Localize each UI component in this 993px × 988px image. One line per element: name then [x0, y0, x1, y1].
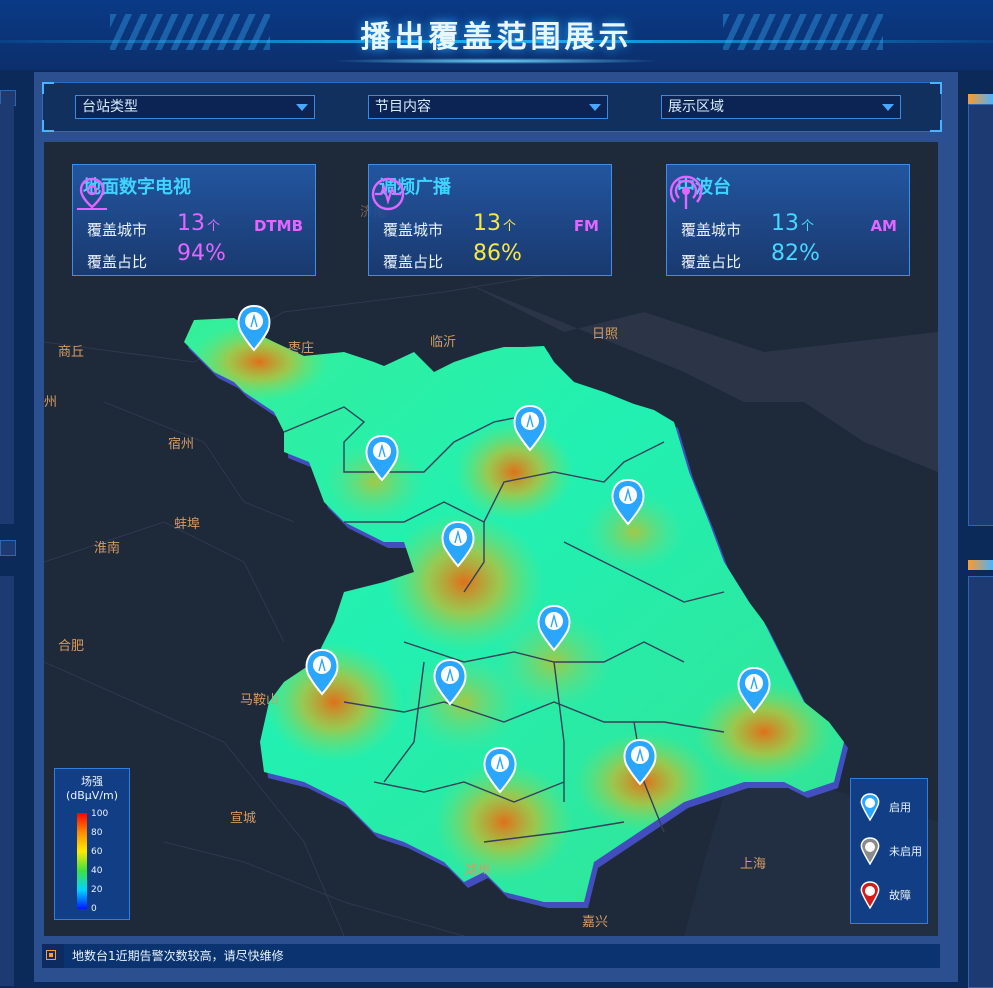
- stat-card-cities-value: 13 个: [177, 211, 220, 236]
- broadcast-icon: [669, 175, 703, 209]
- program-content-select[interactable]: 节目内容: [368, 95, 608, 119]
- location-pin-icon: [77, 177, 107, 210]
- stat-card-cities-label: 覆盖城市: [383, 221, 444, 239]
- corner-decoration: [42, 120, 54, 132]
- legend-tick: 40: [91, 866, 103, 876]
- stat-card-code: AM: [870, 217, 897, 235]
- stat-card-ratio-label: 覆盖占比: [87, 253, 148, 271]
- cities-number: 13: [177, 211, 205, 236]
- status-label: 故障: [889, 889, 911, 902]
- cities-unit: 个: [503, 219, 517, 234]
- city-label: 宣城: [230, 810, 256, 826]
- corner-decoration: [930, 82, 942, 94]
- city-label: 临沂: [430, 335, 456, 350]
- city-label: 湖州: [464, 863, 490, 878]
- city-label: 州: [44, 395, 57, 410]
- filter-bar: 台站类型 节目内容 展示区域: [42, 82, 942, 132]
- alert-bar[interactable]: 地数台1近期告警次数较高，请尽快维修: [42, 944, 940, 968]
- cities-number: 13: [473, 211, 501, 236]
- stat-card-cities-value: 13 个: [771, 211, 814, 236]
- city-label: 宿州: [168, 436, 194, 452]
- status-enabled[interactable]: 启用: [859, 793, 929, 821]
- station-type-select[interactable]: 台站类型: [75, 95, 315, 119]
- pin-enabled-icon: [860, 793, 880, 821]
- stat-card-cities-value: 13 个: [473, 211, 516, 236]
- left-panel-bottom: [0, 576, 14, 986]
- status-label: 启用: [889, 801, 911, 814]
- stat-card-ratio-label: 覆盖占比: [681, 253, 742, 271]
- city-label: 合肥: [58, 639, 84, 654]
- stat-card-ratio-label: 覆盖占比: [383, 253, 444, 271]
- status-disabled[interactable]: 未启用: [859, 837, 929, 865]
- city-label: 商丘: [58, 345, 84, 360]
- city-label: 淮南: [94, 540, 120, 556]
- city-label: 马鞍山: [240, 692, 279, 708]
- program-content-select-label: 节目内容: [375, 99, 431, 115]
- corner-decoration: [42, 82, 54, 94]
- stat-card-code: FM: [573, 217, 599, 235]
- coverage-map[interactable]: 商丘 枣庄 临沂 日照 宿州 蚌埠 淮南 合肥 马鞍山 宣城 湖州 嘉兴 上海 …: [44, 142, 938, 936]
- pin-disabled-icon: [860, 837, 880, 865]
- stat-card-code: DTMB: [253, 217, 303, 235]
- header-glow: [330, 58, 663, 64]
- city-label: 枣庄: [288, 340, 314, 356]
- legend-title-line1: 场强: [81, 775, 103, 788]
- alert-text: 地数台1近期告警次数较高，请尽快维修: [64, 944, 940, 968]
- stat-card-ratio-value: 82%: [771, 241, 820, 266]
- city-label: 日照: [592, 327, 618, 342]
- alert-icon: [46, 950, 56, 960]
- chevron-down-icon: [296, 104, 308, 111]
- cities-unit: 个: [801, 219, 815, 234]
- field-strength-legend: 场强 (dBμV/m) 100 80 60 40 20 0: [54, 768, 130, 920]
- cities-unit: 个: [207, 219, 221, 234]
- legend-tick: 0: [91, 904, 97, 914]
- left-panel-tab-middle: [0, 540, 16, 556]
- pin-fault-icon: [860, 881, 880, 909]
- status-label: 未启用: [889, 845, 922, 858]
- station-status-legend: 启用 未启用 故障: [850, 778, 928, 924]
- right-panel-bottom: [968, 576, 993, 988]
- legend-title-line2: (dBμV/m): [65, 789, 119, 802]
- header: 播出覆盖范围展示: [0, 0, 993, 70]
- right-panel-top-accent: [968, 94, 993, 104]
- station-type-select-label: 台站类型: [82, 99, 138, 115]
- page-title: 播出覆盖范围展示: [360, 20, 633, 55]
- city-label: 上海: [740, 857, 766, 872]
- right-panel-top: [968, 104, 993, 526]
- stat-card-ratio-value: 94%: [177, 241, 226, 266]
- city-label: 蚌埠: [174, 517, 200, 532]
- stat-card-cities-label: 覆盖城市: [681, 221, 742, 239]
- legend-tick: 100: [91, 809, 109, 819]
- stat-card-cities-label: 覆盖城市: [87, 221, 148, 239]
- corner-decoration: [930, 120, 942, 132]
- stat-card-ratio-value: 86%: [473, 241, 522, 266]
- legend-tick: 80: [91, 828, 103, 838]
- legend-title: 场强 (dBμV/m): [55, 775, 129, 803]
- status-fault[interactable]: 故障: [859, 881, 929, 909]
- city-label: 嘉兴: [582, 915, 608, 930]
- cities-number: 13: [771, 211, 799, 236]
- left-panel-top: [0, 104, 14, 524]
- legend-color-bar: [77, 813, 87, 909]
- display-area-select-label: 展示区域: [668, 99, 724, 115]
- right-panel-bottom-accent: [968, 560, 993, 570]
- display-area-select[interactable]: 展示区域: [661, 95, 901, 119]
- waveform-icon: [371, 177, 405, 211]
- chevron-down-icon: [589, 104, 601, 111]
- legend-tick: 60: [91, 847, 103, 857]
- stat-card-am[interactable]: 中波台 AM 覆盖城市 13 个 覆盖占比 82%: [666, 164, 910, 276]
- legend-tick: 20: [91, 885, 103, 895]
- stat-card-fm[interactable]: 调频广播 FM 覆盖城市 13 个 覆盖占比 86%: [368, 164, 612, 276]
- stat-card-dtmb[interactable]: 地面数字电视 DTMB 覆盖城市 13 个 覆盖占比 94%: [72, 164, 316, 276]
- chevron-down-icon: [882, 104, 894, 111]
